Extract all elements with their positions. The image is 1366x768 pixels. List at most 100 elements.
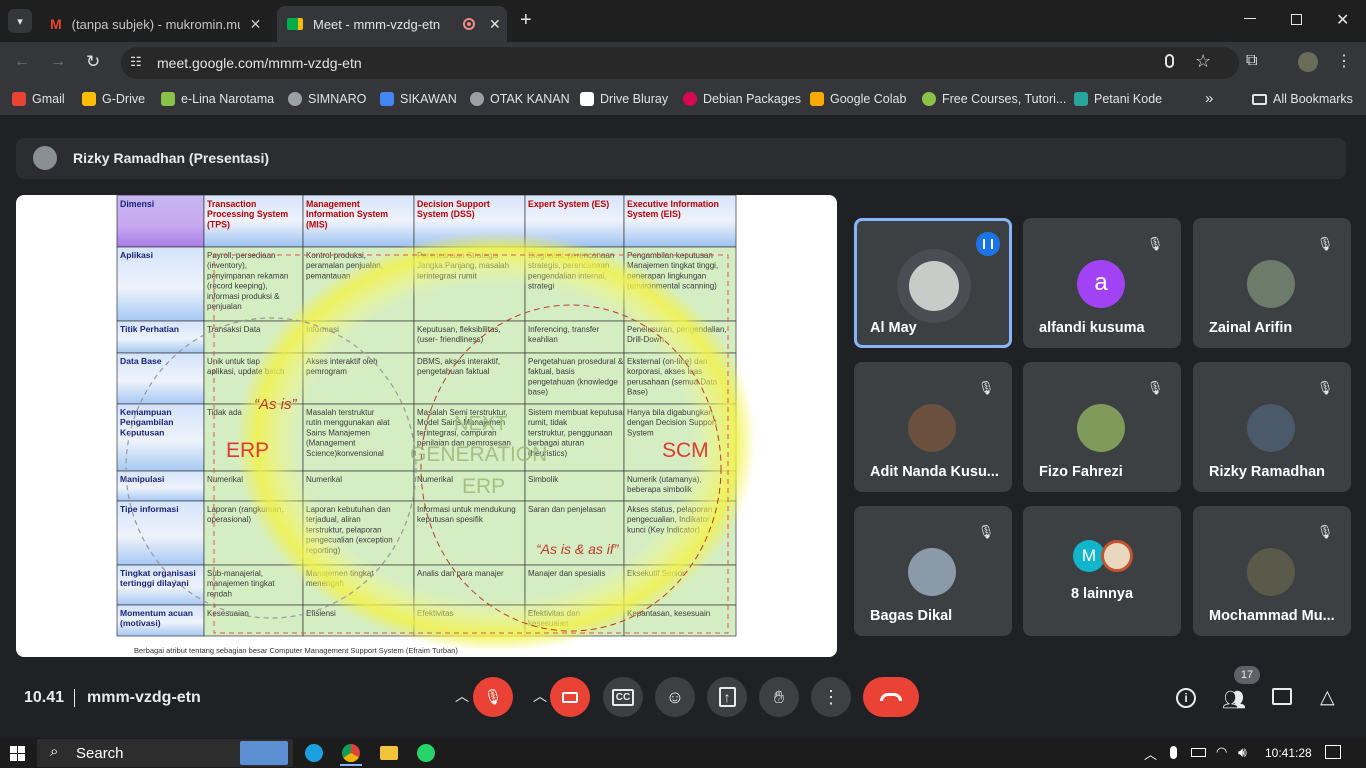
tab-gmail[interactable]: M (tanpa subjek) - mukromin.mu ✕ (40, 6, 276, 42)
mic-muted-icon: 🎙︎ (977, 380, 995, 395)
wifi-icon[interactable]: ◠ (1216, 744, 1227, 760)
participant-tile-al-may[interactable]: Al May (854, 218, 1012, 348)
more-bookmarks-icon[interactable]: » (1205, 90, 1213, 107)
more-vert-icon: ⋮ (822, 686, 840, 707)
bookmark-petani-kode[interactable]: Petani Kode (1074, 92, 1162, 106)
menu-icon[interactable]: ⋮ (1336, 51, 1352, 71)
restore-icon[interactable] (1291, 14, 1302, 25)
folder-icon (1252, 93, 1267, 105)
avatar (1077, 404, 1125, 452)
mic-muted-icon: 🎙︎ (1316, 524, 1334, 539)
raise-hand-button[interactable]: ✋︎ (759, 677, 799, 717)
mic-muted-icon: 🎙︎ (1146, 380, 1164, 395)
windows-start-icon[interactable] (10, 746, 25, 761)
whatsapp-icon[interactable] (417, 744, 435, 762)
row-label: Tingkat organisasi tertinggi dilayani (120, 568, 196, 588)
cell-text: Kesesuaian (207, 609, 249, 618)
tab-close-icon[interactable]: ✕ (489, 16, 501, 33)
minimize-icon[interactable] (1244, 18, 1256, 19)
row-label: Tipe informasi (120, 504, 179, 514)
taskbar-clock[interactable]: 10:41:28 (1265, 746, 1312, 760)
bookmark-gmail[interactable]: Gmail (12, 92, 65, 106)
chrome-active-indicator (340, 764, 362, 766)
file-explorer-icon[interactable] (380, 746, 398, 760)
as-is-as-if-label: “As is & as if” (536, 541, 620, 557)
tab-search-button[interactable]: ▾ (8, 9, 32, 33)
participant-tile-fizo[interactable]: 🎙︎ Fizo Fahrezi (1023, 362, 1181, 492)
participant-name: alfandi kusuma (1039, 320, 1145, 336)
profile-avatar[interactable] (1298, 52, 1318, 72)
bookmark-sikawan[interactable]: SIKAWAN (380, 92, 457, 106)
tab-meet[interactable]: Meet - mmm-vzdg-etn ✕ (277, 6, 507, 42)
back-icon[interactable]: ← (14, 53, 30, 71)
all-bookmarks[interactable]: All Bookmarks (1252, 92, 1353, 106)
as-is-label: “As is” (254, 396, 298, 413)
chat-icon[interactable] (1272, 688, 1292, 705)
colab-icon (810, 92, 824, 106)
leave-call-button[interactable] (863, 677, 919, 717)
site-info-icon[interactable]: ☷ (130, 54, 142, 70)
present-screen-icon: ↑ (718, 687, 736, 707)
tab-title: Meet - mmm-vzdg-etn (313, 16, 441, 32)
close-window-icon[interactable]: ✕ (1336, 10, 1349, 30)
meeting-info-icon[interactable]: i (1176, 688, 1196, 708)
participant-name: Adit Nanda Kusu... (870, 464, 999, 480)
bookmark-otak-kanan[interactable]: OTAK KANAN (470, 92, 570, 106)
presenter-name: Rizky Ramadhan (Presentasi) (73, 150, 270, 166)
participant-tile-bagas[interactable]: 🎙︎ Bagas Dikal (854, 506, 1012, 636)
reload-icon[interactable]: ↻ (86, 52, 100, 72)
notifications-icon[interactable] (1325, 745, 1341, 759)
participant-tile-rizky[interactable]: 🎙︎ Rizky Ramadhan (1193, 362, 1351, 492)
next-gen-label-1: NEXT (454, 413, 507, 435)
forward-icon[interactable]: → (50, 53, 66, 71)
bookmark-colab[interactable]: Google Colab (810, 92, 906, 106)
activities-icon[interactable]: △ (1320, 686, 1335, 709)
bookmark-drive-bluray[interactable]: Drive Bluray (580, 92, 668, 106)
hand-icon: ✋︎ (773, 686, 785, 707)
mic-toggle-button[interactable]: 🎙︎ (473, 677, 513, 717)
erp-label: ERP (226, 439, 269, 462)
tray-mic-icon[interactable] (1170, 746, 1177, 759)
divider (74, 689, 75, 707)
bookmark-elina[interactable]: e-Lina Narotama (161, 92, 274, 106)
participant-tile-alfandi[interactable]: a 🎙︎ alfandi kusuma (1023, 218, 1181, 348)
people-icon[interactable]: 👥︎ (1222, 688, 1246, 712)
tray-chevron-icon[interactable]: ︿ (1144, 744, 1157, 763)
participant-tile-others[interactable]: M 8 lainnya (1023, 506, 1181, 636)
participant-tile-mochammad[interactable]: 🎙︎ Mochammad Mu... (1193, 506, 1351, 636)
camera-toggle-button[interactable] (550, 677, 590, 717)
edge-icon[interactable] (305, 744, 323, 762)
captions-icon: CC (611, 688, 635, 706)
new-tab-icon[interactable]: + (520, 9, 532, 32)
mic-muted-icon: 🎙︎ (1316, 380, 1334, 395)
extensions-icon[interactable]: ⧉ (1246, 52, 1257, 70)
participant-name: Al May (870, 320, 917, 336)
meeting-code: mmm-vzdg-etn (87, 689, 201, 706)
captions-button[interactable]: CC (603, 677, 643, 717)
audio-options-icon[interactable]: ︿ (455, 686, 469, 706)
gmail-icon (12, 92, 26, 106)
bookmark-star-icon[interactable]: ☆ (1195, 51, 1211, 72)
microphone-icon[interactable] (1165, 54, 1174, 68)
bookmark-gdrive[interactable]: G-Drive (82, 92, 145, 106)
participant-tile-zainal[interactable]: 🎙︎ Zainal Arifin (1193, 218, 1351, 348)
reactions-button[interactable]: ☺ (655, 677, 695, 717)
present-button[interactable]: ↑ (707, 677, 747, 717)
bookmark-simnaro[interactable]: SIMNARO (288, 92, 366, 106)
more-options-button[interactable]: ⋮ (811, 677, 851, 717)
volume-icon[interactable]: 🔊︎ (1238, 744, 1247, 761)
tab-close-icon[interactable]: ✕ (250, 16, 262, 33)
url-text[interactable]: meet.google.com/mmm-vzdg-etn (157, 55, 362, 71)
participant-tile-adit[interactable]: 🎙︎ Adit Nanda Kusu... (854, 362, 1012, 492)
cell-text: Tidak ada (207, 408, 242, 417)
cell-text: Numerikal (207, 475, 243, 484)
drive-icon (82, 92, 96, 106)
battery-icon[interactable] (1191, 748, 1206, 757)
bookmark-debian[interactable]: Debian Packages (683, 92, 801, 106)
header-label: Expert System (ES) (528, 199, 609, 209)
shared-screen: Dimensi Transaction Processing System (TPS)… (16, 195, 837, 657)
video-options-icon[interactable]: ︿ (533, 686, 547, 706)
chrome-icon[interactable] (342, 744, 360, 762)
meet-icon (287, 18, 303, 30)
bookmark-free-courses[interactable]: Free Courses, Tutori... (922, 92, 1066, 106)
